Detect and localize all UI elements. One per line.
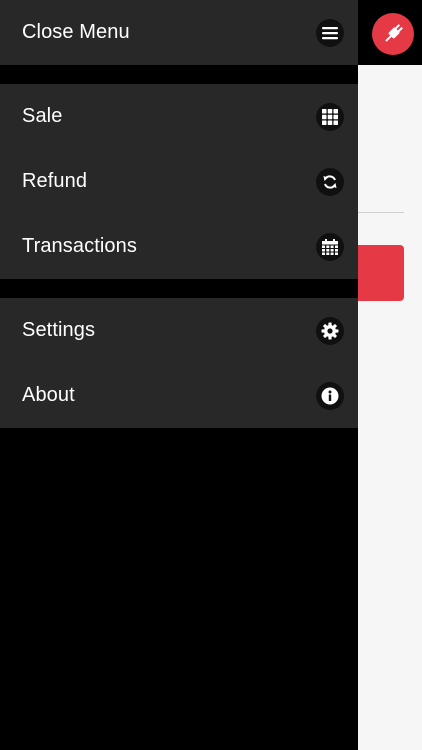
gear-icon <box>316 316 344 345</box>
menu-item-label: Sale <box>22 105 63 127</box>
app-background <box>358 0 422 750</box>
menu-item-transactions[interactable]: Transactions <box>0 214 358 279</box>
menu-item-label: About <box>22 384 75 406</box>
menu-item-sale[interactable]: Sale <box>0 84 358 149</box>
navigation-drawer: Close Menu Sale Refund Transactions Sett… <box>0 0 358 750</box>
menu-item-refund[interactable]: Refund <box>0 149 358 214</box>
menu-item-label: Refund <box>22 170 88 192</box>
app-divider <box>358 212 404 213</box>
menu-item-label: Settings <box>22 319 96 341</box>
menu-spacer <box>0 65 358 84</box>
menu-secondary-group: Settings About <box>0 298 358 428</box>
info-icon <box>316 381 344 410</box>
menu-item-settings[interactable]: Settings <box>0 298 358 363</box>
menu-primary-group: Sale Refund Transactions <box>0 84 358 279</box>
calendar-icon <box>316 232 344 261</box>
menu-spacer <box>0 279 358 298</box>
menu-item-label: Transactions <box>22 235 137 257</box>
close-menu-label: Close Menu <box>22 21 130 43</box>
refresh-icon <box>316 167 344 196</box>
menu-item-about[interactable]: About <box>0 363 358 428</box>
menu-header-group: Close Menu <box>0 0 358 65</box>
app-header <box>358 0 422 65</box>
app-primary-button[interactable] <box>358 245 404 301</box>
close-menu-button[interactable]: Close Menu <box>0 0 358 65</box>
grid-icon <box>316 102 344 131</box>
plug-logo-icon[interactable] <box>372 13 414 55</box>
hamburger-icon <box>316 18 344 47</box>
